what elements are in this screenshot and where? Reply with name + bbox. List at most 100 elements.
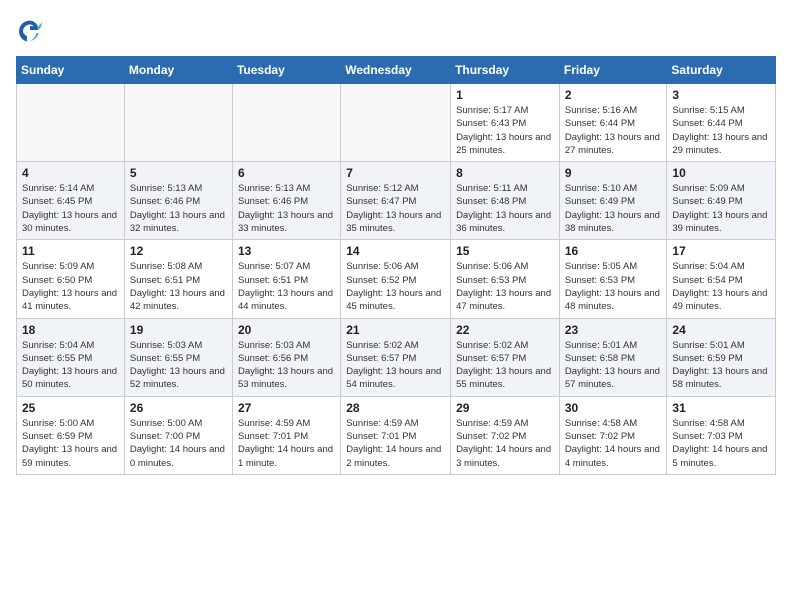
day-number: 9 bbox=[565, 166, 662, 180]
calendar-table: SundayMondayTuesdayWednesdayThursdayFrid… bbox=[16, 56, 776, 475]
day-info: Sunrise: 4:59 AM Sunset: 7:02 PM Dayligh… bbox=[456, 417, 554, 470]
day-info: Sunrise: 5:04 AM Sunset: 6:54 PM Dayligh… bbox=[672, 260, 770, 313]
day-number: 12 bbox=[130, 244, 227, 258]
day-number: 6 bbox=[238, 166, 335, 180]
day-info: Sunrise: 5:01 AM Sunset: 6:58 PM Dayligh… bbox=[565, 339, 662, 392]
day-number: 15 bbox=[456, 244, 554, 258]
day-info: Sunrise: 5:09 AM Sunset: 6:49 PM Dayligh… bbox=[672, 182, 770, 235]
day-info: Sunrise: 5:08 AM Sunset: 6:51 PM Dayligh… bbox=[130, 260, 227, 313]
day-number: 22 bbox=[456, 323, 554, 337]
day-info: Sunrise: 5:07 AM Sunset: 6:51 PM Dayligh… bbox=[238, 260, 335, 313]
col-header-wednesday: Wednesday bbox=[341, 57, 451, 84]
day-info: Sunrise: 5:04 AM Sunset: 6:55 PM Dayligh… bbox=[22, 339, 119, 392]
day-number: 27 bbox=[238, 401, 335, 415]
day-info: Sunrise: 5:10 AM Sunset: 6:49 PM Dayligh… bbox=[565, 182, 662, 235]
day-number: 30 bbox=[565, 401, 662, 415]
day-info: Sunrise: 5:02 AM Sunset: 6:57 PM Dayligh… bbox=[346, 339, 445, 392]
day-info: Sunrise: 5:09 AM Sunset: 6:50 PM Dayligh… bbox=[22, 260, 119, 313]
calendar-cell: 23 Sunrise: 5:01 AM Sunset: 6:58 PM Dayli… bbox=[559, 318, 667, 396]
logo-icon bbox=[16, 16, 44, 44]
day-number: 17 bbox=[672, 244, 770, 258]
day-info: Sunrise: 5:02 AM Sunset: 6:57 PM Dayligh… bbox=[456, 339, 554, 392]
calendar-cell: 26 Sunrise: 5:00 AM Sunset: 7:00 PM Dayli… bbox=[124, 396, 232, 474]
calendar-cell bbox=[124, 84, 232, 162]
day-info: Sunrise: 4:58 AM Sunset: 7:02 PM Dayligh… bbox=[565, 417, 662, 470]
week-row-1: 1 Sunrise: 5:17 AM Sunset: 6:43 PM Daylig… bbox=[17, 84, 776, 162]
page-header bbox=[16, 16, 776, 44]
day-info: Sunrise: 5:01 AM Sunset: 6:59 PM Dayligh… bbox=[672, 339, 770, 392]
day-info: Sunrise: 4:59 AM Sunset: 7:01 PM Dayligh… bbox=[346, 417, 445, 470]
day-number: 11 bbox=[22, 244, 119, 258]
calendar-cell: 4 Sunrise: 5:14 AM Sunset: 6:45 PM Daylig… bbox=[17, 162, 125, 240]
week-row-4: 18 Sunrise: 5:04 AM Sunset: 6:55 PM Dayli… bbox=[17, 318, 776, 396]
day-number: 28 bbox=[346, 401, 445, 415]
day-info: Sunrise: 5:00 AM Sunset: 7:00 PM Dayligh… bbox=[130, 417, 227, 470]
calendar-cell: 3 Sunrise: 5:15 AM Sunset: 6:44 PM Daylig… bbox=[667, 84, 776, 162]
calendar-cell: 8Sunrise: 5:11 AM Sunset: 6:48 PM Daylig… bbox=[451, 162, 560, 240]
calendar-cell: 30 Sunrise: 4:58 AM Sunset: 7:02 PM Dayli… bbox=[559, 396, 667, 474]
calendar-cell: 19 Sunrise: 5:03 AM Sunset: 6:55 PM Dayli… bbox=[124, 318, 232, 396]
calendar-cell: 24 Sunrise: 5:01 AM Sunset: 6:59 PM Dayli… bbox=[667, 318, 776, 396]
calendar-cell: 27 Sunrise: 4:59 AM Sunset: 7:01 PM Dayli… bbox=[232, 396, 340, 474]
calendar-cell: 14Sunrise: 5:06 AM Sunset: 6:52 PM Dayli… bbox=[341, 240, 451, 318]
day-number: 23 bbox=[565, 323, 662, 337]
day-number: 1 bbox=[456, 88, 554, 102]
calendar-cell: 15Sunrise: 5:06 AM Sunset: 6:53 PM Dayli… bbox=[451, 240, 560, 318]
day-number: 7 bbox=[346, 166, 445, 180]
day-info: Sunrise: 5:15 AM Sunset: 6:44 PM Dayligh… bbox=[672, 104, 770, 157]
day-info: Sunrise: 5:03 AM Sunset: 6:56 PM Dayligh… bbox=[238, 339, 335, 392]
day-number: 26 bbox=[130, 401, 227, 415]
day-number: 18 bbox=[22, 323, 119, 337]
day-info: Sunrise: 5:05 AM Sunset: 6:53 PM Dayligh… bbox=[565, 260, 662, 313]
calendar-cell: 7 Sunrise: 5:12 AM Sunset: 6:47 PM Daylig… bbox=[341, 162, 451, 240]
calendar-cell: 16 Sunrise: 5:05 AM Sunset: 6:53 PM Dayli… bbox=[559, 240, 667, 318]
calendar-cell: 12 Sunrise: 5:08 AM Sunset: 6:51 PM Dayli… bbox=[124, 240, 232, 318]
day-info: Sunrise: 5:00 AM Sunset: 6:59 PM Dayligh… bbox=[22, 417, 119, 470]
col-header-tuesday: Tuesday bbox=[232, 57, 340, 84]
day-number: 19 bbox=[130, 323, 227, 337]
day-info: Sunrise: 5:12 AM Sunset: 6:47 PM Dayligh… bbox=[346, 182, 445, 235]
calendar-cell: 17 Sunrise: 5:04 AM Sunset: 6:54 PM Dayli… bbox=[667, 240, 776, 318]
calendar-header-row: SundayMondayTuesdayWednesdayThursdayFrid… bbox=[17, 57, 776, 84]
day-number: 25 bbox=[22, 401, 119, 415]
day-info: Sunrise: 4:59 AM Sunset: 7:01 PM Dayligh… bbox=[238, 417, 335, 470]
col-header-monday: Monday bbox=[124, 57, 232, 84]
calendar-cell: 20 Sunrise: 5:03 AM Sunset: 6:56 PM Dayli… bbox=[232, 318, 340, 396]
calendar-cell: 22 Sunrise: 5:02 AM Sunset: 6:57 PM Dayli… bbox=[451, 318, 560, 396]
calendar-cell: 11 Sunrise: 5:09 AM Sunset: 6:50 PM Dayli… bbox=[17, 240, 125, 318]
day-number: 29 bbox=[456, 401, 554, 415]
calendar-cell: 9 Sunrise: 5:10 AM Sunset: 6:49 PM Daylig… bbox=[559, 162, 667, 240]
calendar-cell: 2Sunrise: 5:16 AM Sunset: 6:44 PM Daylig… bbox=[559, 84, 667, 162]
day-info: Sunrise: 5:03 AM Sunset: 6:55 PM Dayligh… bbox=[130, 339, 227, 392]
day-number: 3 bbox=[672, 88, 770, 102]
calendar-cell bbox=[17, 84, 125, 162]
day-info: Sunrise: 5:14 AM Sunset: 6:45 PM Dayligh… bbox=[22, 182, 119, 235]
logo bbox=[16, 16, 48, 44]
calendar-cell: 13 Sunrise: 5:07 AM Sunset: 6:51 PM Dayli… bbox=[232, 240, 340, 318]
col-header-thursday: Thursday bbox=[451, 57, 560, 84]
calendar-cell: 6 Sunrise: 5:13 AM Sunset: 6:46 PM Daylig… bbox=[232, 162, 340, 240]
day-number: 24 bbox=[672, 323, 770, 337]
col-header-saturday: Saturday bbox=[667, 57, 776, 84]
calendar-cell: 25 Sunrise: 5:00 AM Sunset: 6:59 PM Dayli… bbox=[17, 396, 125, 474]
week-row-3: 11 Sunrise: 5:09 AM Sunset: 6:50 PM Dayli… bbox=[17, 240, 776, 318]
calendar-cell: 10Sunrise: 5:09 AM Sunset: 6:49 PM Dayli… bbox=[667, 162, 776, 240]
day-info: Sunrise: 5:13 AM Sunset: 6:46 PM Dayligh… bbox=[238, 182, 335, 235]
calendar-cell: 21Sunrise: 5:02 AM Sunset: 6:57 PM Dayli… bbox=[341, 318, 451, 396]
day-number: 13 bbox=[238, 244, 335, 258]
calendar-cell: 29 Sunrise: 4:59 AM Sunset: 7:02 PM Dayli… bbox=[451, 396, 560, 474]
col-header-friday: Friday bbox=[559, 57, 667, 84]
col-header-sunday: Sunday bbox=[17, 57, 125, 84]
day-number: 16 bbox=[565, 244, 662, 258]
day-number: 4 bbox=[22, 166, 119, 180]
day-number: 20 bbox=[238, 323, 335, 337]
calendar-cell: 31Sunrise: 4:58 AM Sunset: 7:03 PM Dayli… bbox=[667, 396, 776, 474]
calendar-cell bbox=[341, 84, 451, 162]
day-number: 31 bbox=[672, 401, 770, 415]
calendar-cell: 1 Sunrise: 5:17 AM Sunset: 6:43 PM Daylig… bbox=[451, 84, 560, 162]
day-info: Sunrise: 5:16 AM Sunset: 6:44 PM Dayligh… bbox=[565, 104, 662, 157]
day-info: Sunrise: 5:06 AM Sunset: 6:52 PM Dayligh… bbox=[346, 260, 445, 313]
week-row-5: 25 Sunrise: 5:00 AM Sunset: 6:59 PM Dayli… bbox=[17, 396, 776, 474]
day-info: Sunrise: 5:13 AM Sunset: 6:46 PM Dayligh… bbox=[130, 182, 227, 235]
day-info: Sunrise: 5:17 AM Sunset: 6:43 PM Dayligh… bbox=[456, 104, 554, 157]
